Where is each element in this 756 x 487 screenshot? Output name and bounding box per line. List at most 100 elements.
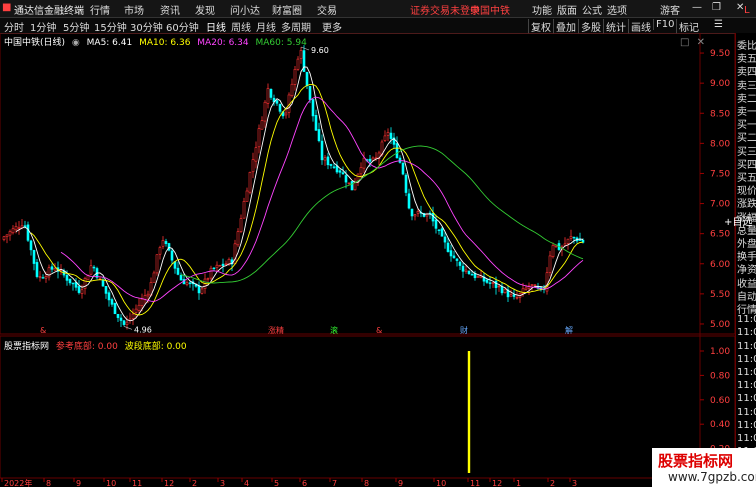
candle-body <box>221 263 225 267</box>
menu-trade[interactable]: 交易 <box>317 2 337 17</box>
period-minute[interactable]: 分时 <box>4 19 24 34</box>
date-tick-label: 8 <box>364 479 369 487</box>
period-daily[interactable]: 日线 <box>206 19 226 34</box>
period-30min[interactable]: 30分钟 <box>130 19 163 34</box>
candle-body <box>32 250 36 264</box>
tool-f10[interactable]: F10 <box>653 19 674 30</box>
candle-body <box>332 166 336 168</box>
menu-formula[interactable]: 公式 <box>582 2 602 17</box>
candle-body <box>164 241 168 244</box>
candle-body <box>155 254 159 274</box>
period-60min[interactable]: 60分钟 <box>166 19 199 34</box>
tool-mark[interactable]: 标记 <box>676 19 699 34</box>
add-watchlist-button[interactable]: +自选 <box>724 213 752 228</box>
price-tick-label: 7.50 <box>710 169 730 179</box>
candle-body <box>80 289 84 294</box>
menu-discover[interactable]: 发现 <box>195 2 215 17</box>
menu-function[interactable]: 功能 <box>532 2 552 17</box>
menu-wealth[interactable]: 财富圈 <box>272 2 302 17</box>
candle-body <box>17 227 21 229</box>
candle-body <box>263 101 267 122</box>
tool-stats[interactable]: 统计 <box>603 19 626 34</box>
candle-body <box>134 308 138 313</box>
candle-body <box>296 58 300 70</box>
menu-news[interactable]: 资讯 <box>160 2 180 17</box>
menu-quotes[interactable]: 行情 <box>90 2 110 17</box>
tool-multistock[interactable]: 多股 <box>578 19 601 34</box>
candle-body <box>455 258 459 261</box>
candle-body <box>92 266 96 269</box>
event-label: 财 <box>460 325 468 335</box>
moving-averages <box>15 66 584 322</box>
menu-icon[interactable]: ☰ <box>714 19 723 30</box>
menu-layout[interactable]: 版面 <box>557 2 577 17</box>
candle-body <box>161 240 165 247</box>
side-panel-row: 11:02 <box>737 419 756 431</box>
guest-label[interactable]: 游客 <box>660 2 680 17</box>
candle-body <box>311 99 315 117</box>
candle-body <box>71 282 75 285</box>
period-more[interactable]: 更多 <box>322 19 342 34</box>
candle-body <box>254 147 258 162</box>
period-15min[interactable]: 15分钟 <box>94 19 127 34</box>
candle-body <box>494 280 498 288</box>
period-5min[interactable]: 5分钟 <box>63 19 89 34</box>
candle-body <box>503 288 507 293</box>
kline-chart[interactable]: 9.60 4.96 & 涨精 滚 & 财 解 9.50 9.00 8.50 8.00 7.50 7.0… <box>0 33 735 487</box>
candle-body <box>320 140 324 161</box>
ind-tick-label: 0.40 <box>710 420 730 430</box>
candle-body <box>44 276 48 279</box>
side-panel-row: 11:02 <box>737 380 756 392</box>
event-label: 涨精 <box>268 325 284 335</box>
legend-ma-icon[interactable]: ◉ <box>72 38 80 48</box>
minimize-button[interactable]: — <box>692 2 702 13</box>
candle-body <box>242 201 246 219</box>
chart-grid <box>0 33 735 479</box>
period-monthly[interactable]: 月线 <box>256 19 276 34</box>
menu-options[interactable]: 选项 <box>607 2 627 17</box>
candle-body <box>548 255 552 273</box>
date-tick-label: 3 <box>572 479 577 487</box>
tool-draw[interactable]: 画线 <box>628 19 651 34</box>
candle-body <box>146 293 150 297</box>
tool-adjust[interactable]: 复权 <box>528 19 551 34</box>
period-multi[interactable]: 多周期 <box>281 19 311 34</box>
date-tick-label: 1 <box>516 479 521 487</box>
candle-body <box>200 288 204 294</box>
chart-close-icon[interactable]: ✕ <box>697 37 705 48</box>
ind-tick-label: 0.80 <box>710 371 730 381</box>
candle-body <box>143 295 147 300</box>
date-tick-label: 2022年 <box>4 478 32 487</box>
indicator-panel-frame <box>0 335 735 479</box>
date-tick-label: 4 <box>244 479 249 487</box>
candle-body <box>5 234 9 238</box>
high-price-label: 9.60 <box>311 46 329 55</box>
candle-body <box>8 231 12 236</box>
chart-maximize-icon[interactable]: □ <box>680 37 689 48</box>
candle-body <box>299 50 303 59</box>
candle-body <box>179 274 183 281</box>
period-weekly[interactable]: 周线 <box>231 19 251 34</box>
indicator-name[interactable]: 股票指标网 <box>4 342 49 352</box>
candle-body <box>83 278 87 289</box>
date-tick-label: 12 <box>164 479 174 487</box>
date-tick-label: 10 <box>106 479 116 487</box>
price-tick-label: 8.00 <box>710 139 730 149</box>
date-tick-label: 7 <box>332 479 337 487</box>
candle-body <box>524 287 528 290</box>
candle-body <box>68 278 72 284</box>
candle-body <box>14 226 18 231</box>
candle-body <box>368 158 372 162</box>
menu-ask[interactable]: 问小达 <box>230 2 260 17</box>
legend-stock-title: 中国中铁(日线) <box>4 38 66 48</box>
menu-market[interactable]: 市场 <box>124 2 144 17</box>
chart-legend: 中国中铁(日线) ◉ MA5: 6.41 MA10: 6.36 MA20: 6.… <box>4 35 311 48</box>
indicator-line1: 参考底部: 0.00 <box>55 342 118 352</box>
side-panel-row: 11:02 <box>737 406 756 418</box>
candle-body <box>572 236 576 239</box>
tool-overlay[interactable]: 叠加 <box>553 19 576 34</box>
candle-body <box>122 320 126 325</box>
period-1min[interactable]: 1分钟 <box>30 19 56 34</box>
restore-button[interactable]: ❐ <box>712 2 721 13</box>
date-tick-label: 12 <box>492 479 502 487</box>
